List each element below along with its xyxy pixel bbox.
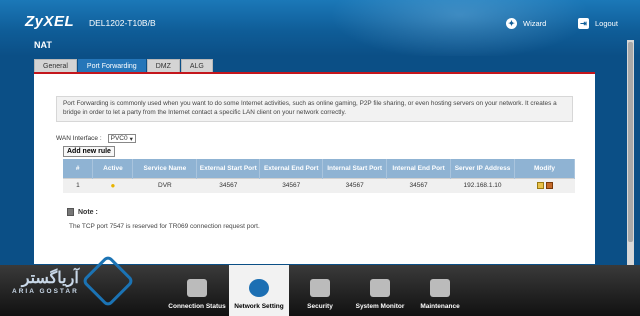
nav-connection-status[interactable]: Connection Status bbox=[166, 265, 228, 316]
wan-interface-value: PVC0 bbox=[110, 135, 128, 142]
vertical-scrollbar[interactable] bbox=[627, 40, 634, 265]
col-header-server-ip: Server IP Address bbox=[450, 159, 515, 178]
watermark-persian: آریاگستر bbox=[21, 269, 79, 287]
watermark-text: آریاگستر ARIA GOSTAR bbox=[12, 268, 79, 295]
watermark: آریاگستر ARIA GOSTAR bbox=[12, 254, 135, 308]
note-heading: Note : bbox=[67, 208, 98, 216]
lightbulb-icon: ● bbox=[110, 180, 116, 190]
wizard-label: Wizard bbox=[523, 19, 547, 28]
tab-bar: General Port Forwarding DMZ ALG bbox=[34, 59, 213, 72]
nav-network-setting[interactable]: Network Setting bbox=[229, 265, 289, 316]
page-title: NAT bbox=[34, 40, 52, 50]
globe-icon bbox=[249, 279, 269, 297]
nav-system-monitor[interactable]: System Monitor bbox=[350, 265, 410, 316]
wan-interface-row: WAN Interface : PVC0 ▾ bbox=[56, 134, 136, 143]
cell-ext-start: 34567 bbox=[196, 177, 260, 193]
add-new-rule-button[interactable]: Add new rule bbox=[63, 146, 115, 157]
note-text: The TCP port 7547 is reserved for TR069 … bbox=[69, 223, 260, 230]
tab-alg[interactable]: ALG bbox=[180, 59, 213, 72]
wizard-icon: ✦ bbox=[506, 18, 517, 29]
col-header-int-start: Internal Start Port bbox=[322, 159, 388, 178]
wizard-link[interactable]: ✦ Wizard bbox=[506, 18, 546, 29]
edit-icon[interactable] bbox=[536, 182, 544, 190]
watermark-logo-icon bbox=[80, 254, 135, 308]
col-header-active: Active bbox=[92, 159, 134, 178]
note-icon bbox=[67, 208, 74, 216]
watermark-english: ARIA GOSTAR bbox=[12, 287, 79, 295]
col-header-ext-end: External End Port bbox=[259, 159, 324, 178]
col-header-modify: Modify bbox=[514, 159, 575, 178]
zyxel-logo: ZyXEL bbox=[25, 13, 75, 30]
col-header-service: Service Name bbox=[132, 159, 198, 178]
nav-label: Maintenance bbox=[420, 303, 460, 310]
port-forwarding-table: # Active Service Name External Start Por… bbox=[63, 159, 575, 193]
wan-interface-select[interactable]: PVC0 ▾ bbox=[107, 134, 136, 143]
nav-maintenance[interactable]: Maintenance bbox=[410, 265, 470, 316]
table-header-row: # Active Service Name External Start Por… bbox=[63, 159, 575, 178]
shield-icon bbox=[310, 279, 330, 297]
nav-label: Network Setting bbox=[234, 303, 284, 310]
col-header-ext-start: External Start Port bbox=[196, 159, 261, 178]
info-box: Port Forwarding is commonly used when yo… bbox=[56, 96, 573, 122]
cell-ext-end: 34567 bbox=[259, 177, 323, 193]
header-bar: ZyXEL DEL1202-T10B/B NAT ✦ Wizard ⇥ Logo… bbox=[0, 0, 640, 56]
header-glow bbox=[330, 0, 590, 56]
logout-label: Logout bbox=[595, 19, 618, 28]
cell-int-start: 34567 bbox=[322, 177, 387, 193]
logout-link[interactable]: ⇥ Logout bbox=[578, 18, 618, 29]
cell-service: DVR bbox=[132, 177, 197, 193]
wan-interface-label: WAN Interface : bbox=[56, 135, 102, 142]
col-header-int-end: Internal End Port bbox=[386, 159, 452, 178]
note-title: Note : bbox=[78, 208, 98, 216]
cell-active: ● bbox=[92, 177, 133, 193]
cell-server-ip: 192.168.1.10 bbox=[450, 177, 515, 193]
col-header-num: # bbox=[63, 159, 94, 178]
nav-label: Connection Status bbox=[168, 303, 226, 310]
cell-modify bbox=[514, 177, 575, 193]
tools-icon bbox=[430, 279, 450, 297]
device-model: DEL1202-T10B/B bbox=[89, 18, 156, 28]
nav-label: System Monitor bbox=[355, 303, 405, 310]
nav-label: Security bbox=[307, 303, 333, 310]
chart-icon bbox=[370, 279, 390, 297]
delete-icon[interactable] bbox=[545, 182, 553, 190]
cell-int-end: 34567 bbox=[386, 177, 451, 193]
chevron-down-icon: ▾ bbox=[129, 135, 133, 143]
tab-dmz[interactable]: DMZ bbox=[146, 59, 180, 72]
content-panel: Port Forwarding is commonly used when yo… bbox=[34, 72, 595, 264]
logout-icon: ⇥ bbox=[578, 18, 589, 29]
scrollbar-thumb[interactable] bbox=[628, 42, 633, 242]
nav-security[interactable]: Security bbox=[290, 265, 350, 316]
monitor-icon bbox=[187, 279, 207, 297]
tab-port-forwarding[interactable]: Port Forwarding bbox=[77, 59, 146, 72]
cell-num: 1 bbox=[63, 177, 93, 193]
table-row: 1 ● DVR 34567 34567 34567 34567 192.168.… bbox=[63, 177, 575, 193]
tab-general[interactable]: General bbox=[34, 59, 77, 72]
